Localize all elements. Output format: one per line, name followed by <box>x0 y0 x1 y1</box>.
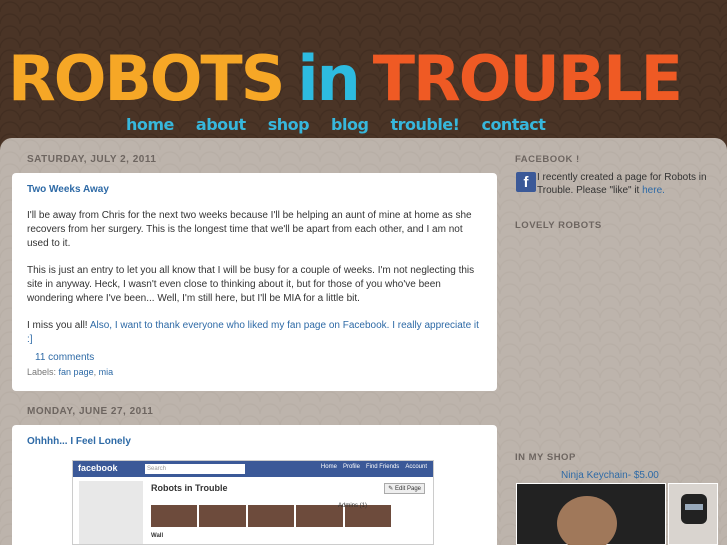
facebook-widget-body: I recently created a page for Robots in … <box>537 172 707 196</box>
facebook-page-name: Robots in Trouble <box>151 483 228 493</box>
logo-word-robots: ROBOTS <box>8 44 285 114</box>
shop-item-link[interactable]: Ninja Keychain- $5.00 <box>561 470 659 481</box>
ninja-keychain-photo[interactable] <box>668 483 718 545</box>
facebook-edit-button: ✎ Edit Page <box>384 483 425 494</box>
logo-word-trouble: TROUBLE <box>372 44 683 114</box>
logo-word-in: in <box>297 44 360 114</box>
facebook-search: Search <box>145 464 245 474</box>
shop-item-photo[interactable] <box>516 483 666 545</box>
facebook-icon[interactable]: f <box>516 172 536 192</box>
nav-about[interactable]: about <box>196 114 246 136</box>
site-header: ROBOTS in TROUBLE home about shop blog tro… <box>0 0 727 140</box>
facebook-widget-text: I recently created a page for Robots in … <box>537 171 717 197</box>
photo-thumb <box>296 505 343 527</box>
photo-thumb <box>151 505 198 527</box>
post-paragraph: I miss you all! Also, I want to thank ev… <box>27 319 482 347</box>
nav-shop[interactable]: shop <box>268 114 310 136</box>
facebook-nav-item: Account <box>405 464 427 470</box>
nav-home[interactable]: home <box>126 114 174 136</box>
post-date: MONDAY, JUNE 27, 2011 <box>27 406 154 417</box>
nav-contact[interactable]: contact <box>481 114 545 136</box>
main-nav: home about shop blog trouble! contact <box>126 114 546 136</box>
comments-link[interactable]: 11 comments <box>35 352 94 363</box>
robot-avatar <box>79 481 143 544</box>
facebook-wall-tab: Wall <box>151 533 164 539</box>
post-text: I miss you all! <box>27 320 90 331</box>
sidebar-heading-lovely-robots: LOVELY ROBOTS <box>515 220 602 231</box>
label-link[interactable]: mia <box>99 367 114 377</box>
model-face <box>557 496 617 545</box>
photo-thumb <box>199 505 246 527</box>
post-title[interactable]: Two Weeks Away <box>27 184 109 195</box>
facebook-here-link[interactable]: here. <box>642 185 665 196</box>
facebook-nav-item: Home <box>320 464 337 470</box>
nav-blog[interactable]: blog <box>331 114 369 136</box>
post-date: SATURDAY, JULY 2, 2011 <box>27 154 157 165</box>
sidebar-heading-shop: IN MY SHOP <box>515 452 576 463</box>
labels-prefix: Labels: <box>27 367 57 377</box>
post-title[interactable]: Ohhhh... I Feel Lonely <box>27 436 131 447</box>
nav-trouble[interactable]: trouble! <box>390 114 460 136</box>
label-link[interactable]: fan page <box>59 367 94 377</box>
facebook-nav: Home Profile Find Friends Account <box>321 464 427 470</box>
post-paragraph: This is just an entry to let you all kno… <box>27 265 475 304</box>
facebook-screenshot[interactable]: facebook Search Home Profile Find Friend… <box>72 460 434 545</box>
site-logo[interactable]: ROBOTS in TROUBLE <box>8 44 727 114</box>
facebook-nav-item: Find Friends <box>365 464 400 470</box>
facebook-admins: Admins (1) <box>338 503 368 509</box>
facebook-nav-item: Profile <box>342 464 360 470</box>
blog-post: Two Weeks Away I'll be away from Chris f… <box>12 173 497 391</box>
post-paragraph: I'll be away from Chris for the next two… <box>27 210 472 249</box>
photo-thumb <box>247 505 295 527</box>
post-link[interactable]: Also, I want to thank everyone who liked… <box>27 320 479 345</box>
ninja-eyes <box>685 504 703 510</box>
facebook-logo: facebook <box>78 463 118 473</box>
post-labels: Labels: fan page, mia <box>27 367 114 377</box>
sidebar-heading-facebook: FACEBOOK ! <box>515 154 580 165</box>
